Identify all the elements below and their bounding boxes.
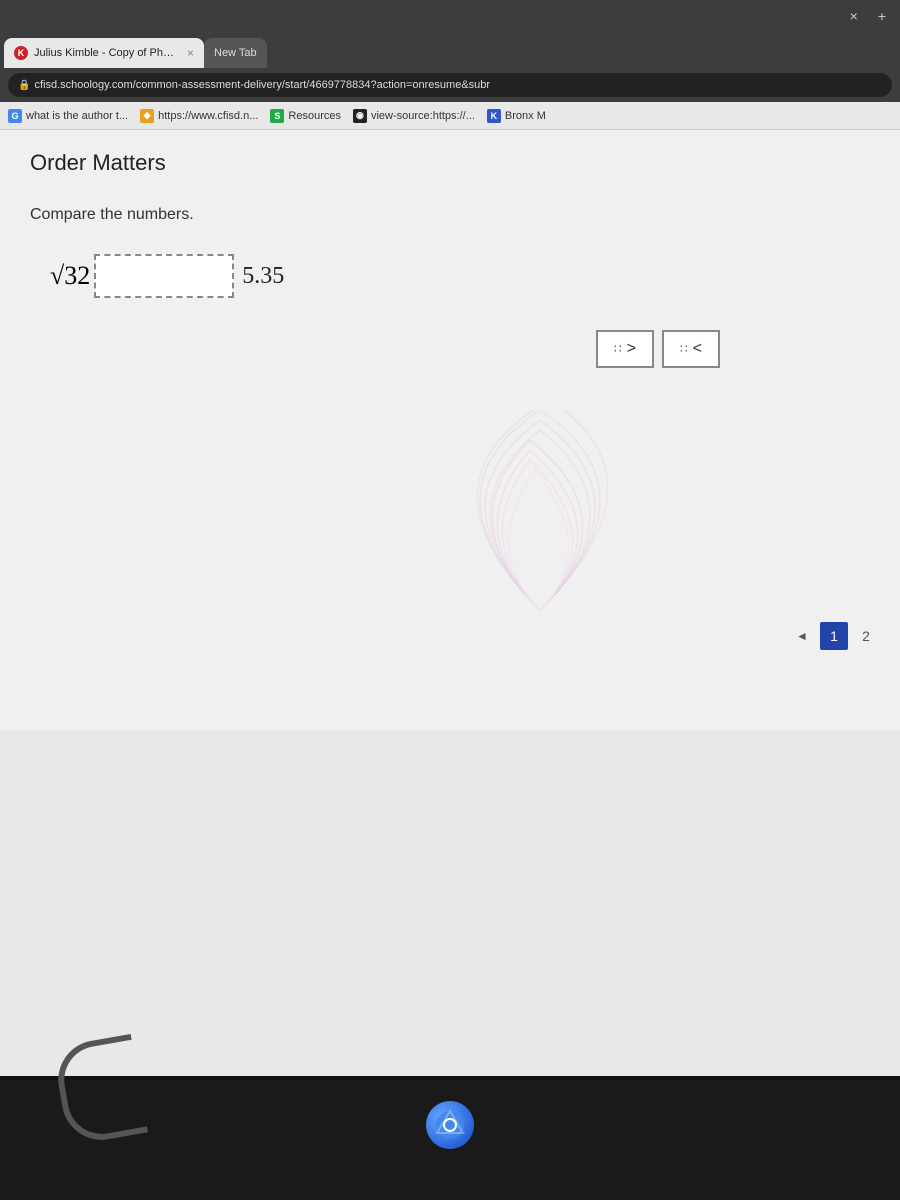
- bookmark-view-source[interactable]: ◉ view-source:https://...: [353, 109, 475, 123]
- tab-label-julius: Julius Kimble - Copy of Phoeni: [34, 47, 177, 59]
- address-bar-row: 🔒 cfisd.schoology.com/common-assessment-…: [0, 68, 900, 102]
- new-tab-button[interactable]: +: [872, 6, 892, 26]
- wave-decoration: .wave { fill: none; stroke-width: 1.5; }: [390, 410, 690, 610]
- lock-icon: 🔒: [18, 80, 30, 91]
- pagination-prev[interactable]: ◄: [788, 622, 816, 650]
- answer-input-box[interactable]: [94, 254, 234, 298]
- bookmark-favicon-cfisd: ◆: [140, 109, 154, 123]
- bookmark-favicon-resources: S: [270, 109, 284, 123]
- browser-chrome: × + K Julius Kimble - Copy of Phoeni × N…: [0, 0, 900, 130]
- bookmark-label-0: what is the author t...: [26, 110, 128, 122]
- bookmark-label-3: view-source:https://...: [371, 110, 475, 122]
- bookmark-favicon-viewsource: ◉: [353, 109, 367, 123]
- op-dots-right: ∷: [680, 342, 689, 356]
- right-value: 5.35: [242, 263, 284, 290]
- tab-label-new: New Tab: [214, 47, 257, 59]
- tab-bar: K Julius Kimble - Copy of Phoeni × New T…: [0, 32, 900, 68]
- operator-greater-button[interactable]: ∷ >: [596, 330, 654, 368]
- address-bar[interactable]: 🔒 cfisd.schoology.com/common-assessment-…: [8, 73, 892, 97]
- tab-close-julius[interactable]: ×: [187, 46, 194, 60]
- question-text: Compare the numbers.: [30, 206, 870, 224]
- tab-favicon-julius: K: [14, 46, 28, 60]
- title-bar: × +: [0, 0, 900, 32]
- bookmark-favicon-google: G: [8, 109, 22, 123]
- tab-julius[interactable]: K Julius Kimble - Copy of Phoeni ×: [4, 38, 204, 68]
- page-title: Order Matters: [30, 150, 870, 176]
- operator-less-button[interactable]: ∷ <: [662, 330, 720, 368]
- op-less-label: <: [693, 340, 702, 358]
- address-text: cfisd.schoology.com/common-assessment-de…: [34, 79, 490, 91]
- bookmark-label-1: https://www.cfisd.n...: [158, 110, 258, 122]
- op-greater-label: >: [627, 340, 636, 358]
- page-content: Order Matters Compare the numbers. √32 5…: [0, 130, 900, 730]
- math-expression: √32 5.35: [50, 254, 870, 298]
- pagination-page-2[interactable]: 2: [852, 622, 880, 650]
- pagination-page-1[interactable]: 1: [820, 622, 848, 650]
- tab-new[interactable]: New Tab: [204, 38, 267, 68]
- monitor: × + K Julius Kimble - Copy of Phoeni × N…: [0, 0, 900, 1080]
- op-dots-left: ∷: [614, 342, 623, 356]
- bookmark-label-2: Resources: [288, 110, 341, 122]
- bookmark-what-is-author[interactable]: G what is the author t...: [8, 109, 128, 123]
- bookmark-cfisd[interactable]: ◆ https://www.cfisd.n...: [140, 109, 258, 123]
- bookmark-favicon-bronx: K: [487, 109, 501, 123]
- sqrt-expression: √32: [50, 261, 90, 291]
- close-window-button[interactable]: ×: [844, 6, 864, 26]
- chrome-taskbar-icon[interactable]: [426, 1101, 474, 1149]
- bookmark-resources[interactable]: S Resources: [270, 109, 341, 123]
- screen: × + K Julius Kimble - Copy of Phoeni × N…: [0, 0, 900, 1076]
- pagination: ◄ 1 2: [788, 622, 880, 650]
- bookmark-bronx[interactable]: K Bronx M: [487, 109, 546, 123]
- bookmarks-bar: G what is the author t... ◆ https://www.…: [0, 102, 900, 130]
- bookmark-label-4: Bronx M: [505, 110, 546, 122]
- operator-buttons: ∷ > ∷ <: [596, 330, 720, 368]
